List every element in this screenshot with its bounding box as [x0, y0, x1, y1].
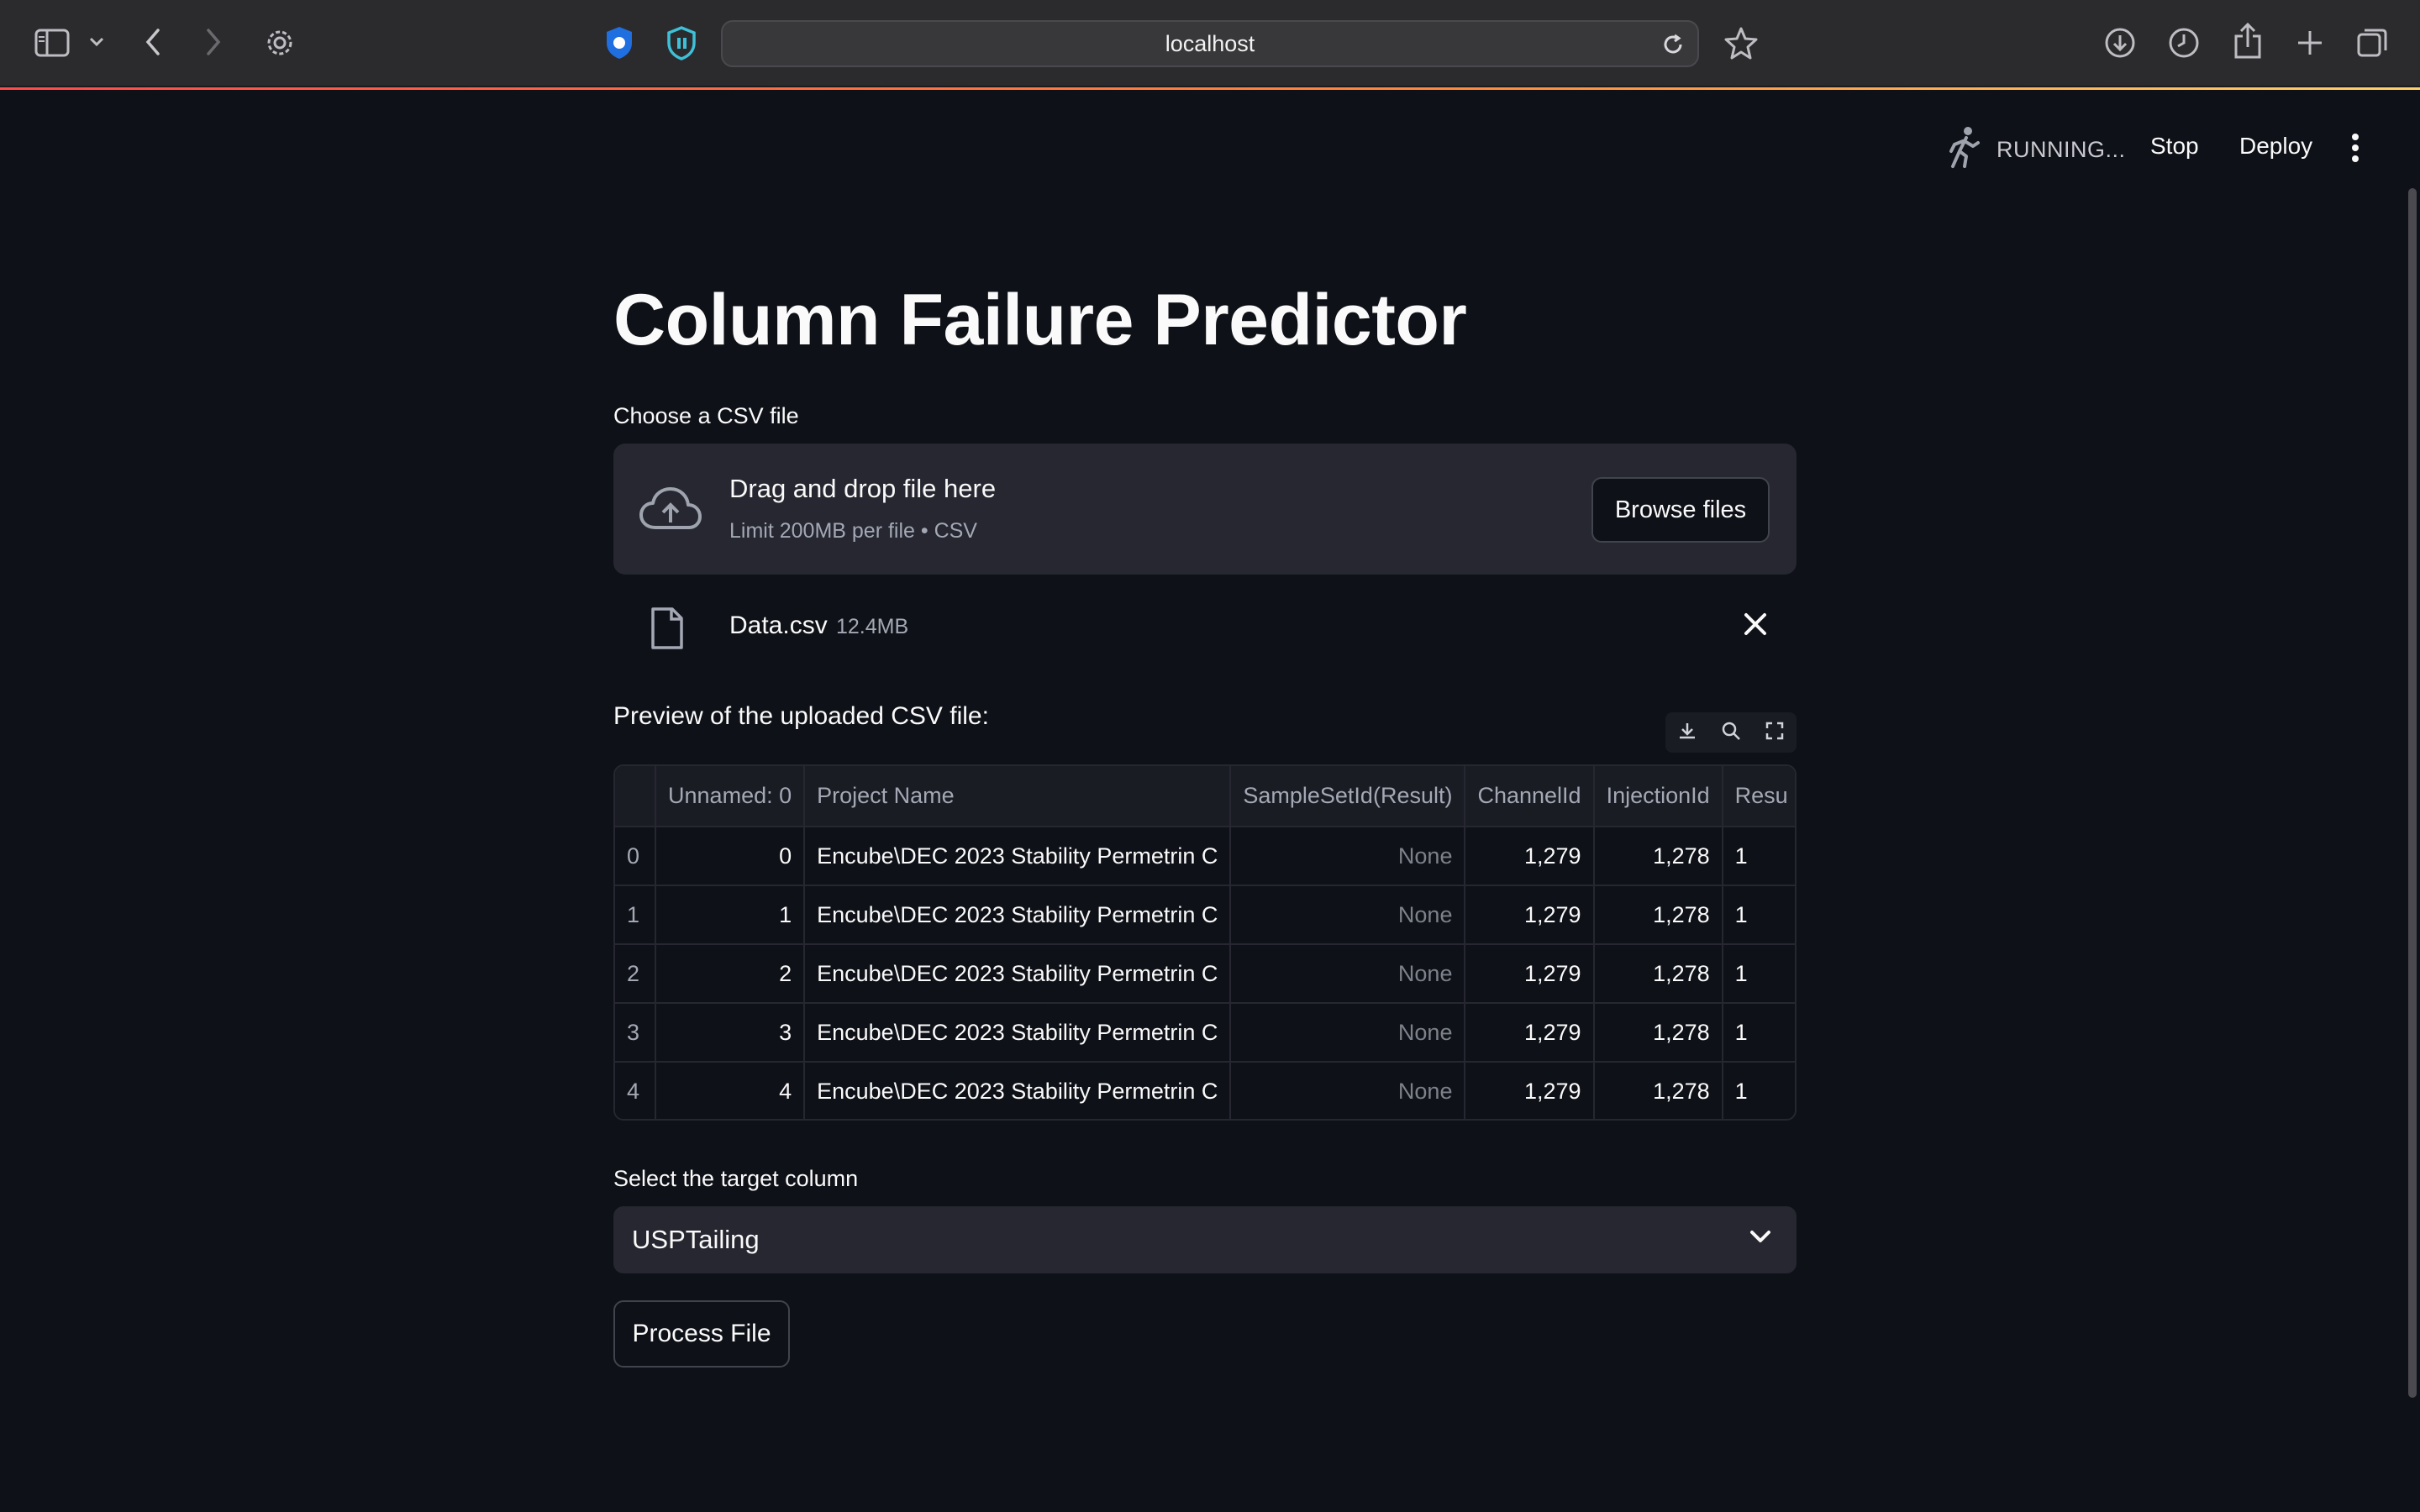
table-cell[interactable]: 1 — [655, 885, 806, 945]
column-header[interactable]: Unnamed: 0 — [655, 766, 806, 827]
table-cell[interactable]: 1 — [1722, 944, 1795, 1004]
file-icon — [650, 606, 684, 654]
main-menu-icon[interactable] — [2349, 133, 2361, 167]
table-header-row: Unnamed: 0 Project Name SampleSetId(Resu… — [615, 766, 1795, 827]
table-cell[interactable]: None — [1230, 885, 1466, 945]
page-scrollbar[interactable] — [2408, 188, 2417, 1398]
address-bar[interactable]: localhost — [721, 20, 1699, 67]
chevron-down-icon[interactable] — [87, 32, 106, 52]
target-column-select[interactable]: USPTailing — [613, 1206, 1797, 1273]
table-cell[interactable]: 1,278 — [1593, 944, 1723, 1004]
tabs-icon[interactable] — [2354, 25, 2390, 60]
column-header[interactable]: ChannelId — [1465, 766, 1595, 827]
table-row: 2 2 Encube\DEC 2023 Stability Permetrin … — [615, 944, 1795, 1004]
reload-icon[interactable] — [1660, 32, 1686, 57]
table-cell[interactable]: 1,278 — [1593, 1003, 1723, 1063]
row-index: 1 — [615, 885, 657, 945]
table-cell[interactable]: 4 — [655, 1062, 806, 1119]
dropzone-title: Drag and drop file here — [729, 474, 997, 503]
table-cell[interactable]: 1 — [1722, 827, 1795, 886]
table-cell[interactable]: 1,278 — [1593, 1062, 1723, 1119]
table-row: 4 4 Encube\DEC 2023 Stability Permetrin … — [615, 1062, 1795, 1119]
table-cell[interactable]: 1,279 — [1465, 827, 1595, 886]
table-cell[interactable]: None — [1230, 944, 1466, 1004]
running-status: RUNNING... — [1946, 126, 2126, 174]
table-cell[interactable]: Encube\DEC 2023 Stability Permetrin C — [804, 944, 1232, 1004]
table-row: 1 1 Encube\DEC 2023 Stability Permetrin … — [615, 885, 1795, 945]
table-cell[interactable]: 1,279 — [1465, 885, 1595, 945]
gear-icon[interactable] — [262, 25, 297, 60]
row-index: 2 — [615, 944, 657, 1004]
remove-file-icon[interactable] — [1743, 612, 1768, 641]
table-row: 0 0 Encube\DEC 2023 Stability Permetrin … — [615, 827, 1795, 886]
selected-value: USPTailing — [632, 1225, 760, 1254]
table-cell[interactable]: Encube\DEC 2023 Stability Permetrin C — [804, 885, 1232, 945]
table-cell[interactable]: 1,279 — [1465, 1062, 1595, 1119]
cloud-upload-icon — [639, 486, 702, 537]
file-size: 12.4MB — [836, 615, 909, 638]
column-header[interactable]: Resu — [1722, 766, 1795, 827]
preview-label: Preview of the uploaded CSV file: — [613, 702, 989, 730]
table-cell[interactable]: 1 — [1722, 885, 1795, 945]
stop-button[interactable]: Stop — [2150, 133, 2199, 160]
loading-bar — [0, 87, 2420, 90]
table-cell[interactable]: Encube\DEC 2023 Stability Permetrin C — [804, 1062, 1232, 1119]
password-extension-icon[interactable] — [662, 24, 701, 62]
table-cell[interactable]: Encube\DEC 2023 Stability Permetrin C — [804, 1003, 1232, 1063]
file-dropzone[interactable]: Drag and drop file here Limit 200MB per … — [613, 444, 1797, 575]
row-index: 0 — [615, 827, 657, 886]
file-name: Data.csv — [729, 612, 828, 639]
star-icon[interactable] — [1723, 25, 1760, 60]
table-cell[interactable]: 0 — [655, 827, 806, 886]
back-icon[interactable] — [139, 25, 166, 59]
forward-icon[interactable] — [200, 25, 227, 59]
table-toolbar — [1665, 712, 1797, 753]
uploaded-file: Data.csv 12.4MB — [613, 596, 1797, 657]
column-header[interactable] — [615, 766, 657, 827]
url-text: localhost — [1165, 30, 1255, 56]
browser-toolbar: localhost — [0, 0, 2420, 87]
fullscreen-icon[interactable] — [1765, 721, 1785, 745]
share-icon[interactable] — [2230, 22, 2265, 60]
row-index: 3 — [615, 1003, 657, 1063]
data-preview-table[interactable]: Unnamed: 0 Project Name SampleSetId(Resu… — [613, 764, 1797, 1121]
column-header[interactable]: SampleSetId(Result) — [1230, 766, 1466, 827]
table-cell[interactable]: 1,279 — [1465, 1003, 1595, 1063]
table-cell[interactable]: 1,278 — [1593, 885, 1723, 945]
table-row: 3 3 Encube\DEC 2023 Stability Permetrin … — [615, 1003, 1795, 1063]
page-title: Column Failure Predictor — [613, 280, 1467, 360]
column-header[interactable]: InjectionId — [1593, 766, 1723, 827]
status-text: RUNNING... — [1996, 137, 2126, 162]
search-table-icon[interactable] — [1721, 721, 1741, 745]
table-cell[interactable]: 2 — [655, 944, 806, 1004]
table-cell[interactable]: 1,279 — [1465, 944, 1595, 1004]
process-file-button[interactable]: Process File — [613, 1300, 790, 1368]
target-select-label: Select the target column — [613, 1166, 859, 1191]
running-man-icon — [1946, 126, 1983, 174]
sidebar-icon[interactable] — [32, 25, 72, 60]
table-cell[interactable]: None — [1230, 1062, 1466, 1119]
table-cell[interactable]: Encube\DEC 2023 Stability Permetrin C — [804, 827, 1232, 886]
download-icon[interactable] — [2102, 25, 2138, 60]
chevron-down-icon[interactable] — [1749, 1230, 1771, 1249]
table-cell[interactable]: 1 — [1722, 1062, 1795, 1119]
table-cell[interactable]: 1,278 — [1593, 827, 1723, 886]
dropzone-subtitle: Limit 200MB per file • CSV — [729, 519, 977, 543]
plus-icon[interactable] — [2292, 25, 2328, 60]
table-cell[interactable]: 1 — [1722, 1003, 1795, 1063]
row-index: 4 — [615, 1062, 657, 1119]
download-table-icon[interactable] — [1677, 721, 1697, 745]
shield-extension-icon[interactable] — [600, 24, 639, 62]
table-cell[interactable]: None — [1230, 827, 1466, 886]
browse-files-button[interactable]: Browse files — [1591, 477, 1770, 543]
deploy-button[interactable]: Deploy — [2239, 133, 2312, 160]
uploader-label: Choose a CSV file — [613, 403, 799, 428]
table-cell[interactable]: 3 — [655, 1003, 806, 1063]
table-cell[interactable]: None — [1230, 1003, 1466, 1063]
column-header[interactable]: Project Name — [804, 766, 1232, 827]
history-icon[interactable] — [2166, 25, 2202, 60]
